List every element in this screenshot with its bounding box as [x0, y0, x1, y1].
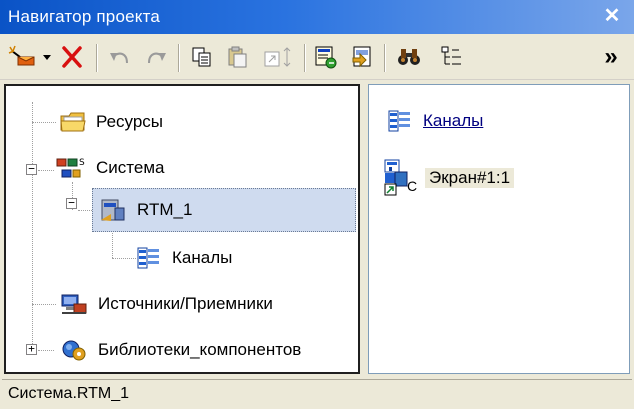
paste-icon — [228, 46, 247, 68]
tree-node-label: Ресурсы — [96, 112, 164, 131]
tree-node-component-libraries[interactable]: Библиотеки_компонентов — [60, 334, 301, 366]
channels-link[interactable]: Каналы — [423, 111, 483, 131]
tree-node-system[interactable]: S Система — [56, 152, 164, 184]
properties-button[interactable] — [310, 42, 342, 72]
export-button[interactable] — [346, 42, 378, 72]
svg-text:S: S — [79, 158, 85, 168]
tree-node-label: Система — [96, 158, 165, 177]
tree-node-sources-receivers[interactable]: Источники/Приемники — [60, 288, 273, 320]
tree-node-resources[interactable]: Ресурсы — [60, 106, 163, 138]
paste-button[interactable] — [222, 42, 254, 72]
screen-item-label: Экран#1:1 — [425, 168, 515, 188]
project-navigator-window: Навигатор проекта ✕ » Ресурсы − S Систем… — [0, 0, 634, 409]
tree-node-label: Каналы — [172, 248, 233, 267]
project-tree[interactable]: Ресурсы − S Система − RTM_1 Каналы Источ… — [4, 84, 360, 374]
tree-view-button[interactable] — [432, 42, 472, 72]
new-item-dropdown[interactable] — [40, 42, 54, 72]
channels-icon — [137, 247, 159, 269]
toolbar-separator — [384, 44, 386, 72]
screen-icon: C — [383, 158, 417, 198]
more-icon: » — [604, 43, 618, 70]
wand-icon — [8, 45, 35, 66]
toolbar-separator — [304, 44, 306, 72]
new-item-button[interactable] — [6, 42, 40, 72]
tree-node-label: Библиотеки_компонентов — [98, 340, 302, 359]
screen-suffix: C — [407, 178, 418, 194]
undo-icon — [110, 52, 128, 64]
tree-connector — [32, 122, 56, 123]
computer-icon — [101, 199, 125, 221]
window-title: Навигатор проекта — [8, 7, 161, 26]
expand-libraries-toggle[interactable]: + — [26, 343, 37, 355]
channels-icon — [388, 110, 410, 132]
resize-icon — [264, 47, 291, 67]
tree-connector — [112, 258, 136, 259]
properties-icon — [315, 46, 337, 69]
library-icon — [62, 340, 86, 361]
close-button[interactable]: ✕ — [600, 4, 624, 28]
tree-node-label: Источники/Приемники — [98, 294, 273, 313]
list-item-channels[interactable]: Каналы — [387, 105, 483, 137]
toolbar-separator — [178, 44, 180, 72]
tree-connector — [38, 170, 54, 171]
resize-button[interactable] — [258, 42, 298, 72]
tree-connector — [38, 350, 54, 351]
collapse-rtm-toggle[interactable]: − — [66, 197, 77, 209]
tree-connector — [32, 102, 33, 346]
selection-highlight: RTM_1 — [92, 188, 356, 232]
status-path: Система.RTM_1 — [8, 385, 130, 402]
list-item-screen[interactable]: C Экран#1:1 — [383, 157, 515, 199]
tree-node-rtm[interactable]: RTM_1 — [92, 188, 356, 232]
copy-button[interactable] — [186, 42, 218, 72]
status-bar: Система.RTM_1 — [2, 379, 632, 407]
collapse-system-toggle[interactable]: − — [26, 163, 37, 175]
undo-button[interactable] — [104, 42, 136, 72]
network-icon: S — [56, 158, 85, 178]
toolbar-overflow-button[interactable]: » — [596, 42, 626, 72]
copy-icon — [192, 47, 211, 67]
tree-node-label: RTM_1 — [137, 200, 193, 219]
binoculars-icon — [398, 49, 420, 65]
redo-button[interactable] — [140, 42, 172, 72]
content-panel[interactable]: Каналы C Экран#1:1 — [368, 84, 630, 374]
device-icon — [61, 294, 87, 314]
title-bar[interactable]: Навигатор проекта ✕ — [0, 0, 634, 34]
find-button[interactable] — [392, 42, 426, 72]
tree-connector — [32, 304, 56, 305]
dropdown-arrow-icon — [43, 55, 51, 60]
redo-icon — [148, 52, 166, 64]
delete-icon — [62, 46, 82, 68]
export-icon — [352, 46, 371, 68]
tree-view-icon — [441, 46, 461, 65]
toolbar-separator — [96, 44, 98, 72]
toolbar: » — [0, 34, 634, 80]
delete-button[interactable] — [56, 42, 88, 72]
folder-icon — [60, 112, 86, 132]
tree-node-channels[interactable]: Каналы — [136, 242, 232, 274]
